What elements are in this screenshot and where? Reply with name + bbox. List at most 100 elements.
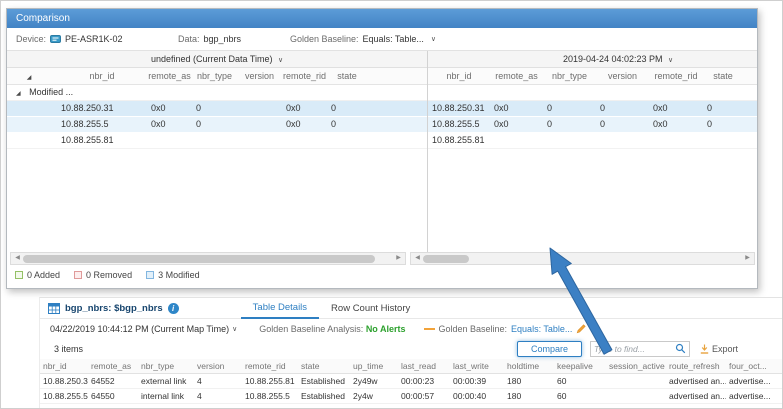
column-header[interactable]: state bbox=[298, 359, 350, 373]
export-button[interactable]: Export bbox=[700, 344, 738, 354]
cell bbox=[606, 373, 666, 388]
modified-count: 3 Modified bbox=[158, 270, 200, 280]
left-pane-scrollbar[interactable]: ◀ ▶ bbox=[10, 252, 406, 265]
column-header[interactable]: last_read bbox=[398, 359, 450, 373]
column-header-remote-rid[interactable]: remote_rid bbox=[649, 67, 703, 84]
cell: 0.0.0.0 bbox=[242, 403, 298, 409]
chevron-down-icon[interactable]: ∨ bbox=[431, 35, 436, 43]
dialog-titlebar[interactable]: Comparison bbox=[7, 9, 757, 28]
column-header-remote-rid[interactable]: remote_rid bbox=[282, 67, 327, 84]
gb-analysis: Golden Baseline Analysis: No Alerts bbox=[259, 324, 405, 334]
cell: 00:00:39 bbox=[450, 373, 504, 388]
group-row-modified[interactable]: ◢ Modified ... bbox=[7, 84, 427, 100]
column-header-state[interactable]: state bbox=[327, 67, 367, 84]
column-header[interactable]: nbr_id bbox=[40, 359, 88, 373]
column-header-up-time[interactable]: up_t... bbox=[743, 67, 757, 84]
table-row[interactable]: 10.88.255.81 bbox=[7, 132, 427, 148]
column-header[interactable]: up_time bbox=[350, 359, 398, 373]
compare-button[interactable]: Compare bbox=[517, 341, 582, 357]
cell: 0 bbox=[327, 100, 367, 116]
column-header[interactable]: remote_rid bbox=[242, 359, 298, 373]
right-pane-time-label: 2019-04-24 04:02:23 PM bbox=[563, 54, 663, 64]
cell: 0 bbox=[596, 116, 649, 132]
cell: 0 bbox=[543, 100, 596, 116]
cell: 0x0 bbox=[147, 116, 192, 132]
row-indent bbox=[7, 132, 57, 148]
column-header[interactable]: nbr_type bbox=[138, 359, 194, 373]
cell: 10.88.255.5 bbox=[57, 116, 147, 132]
table-row[interactable]: 10.88.255.5 64550 internal link 4 10.88.… bbox=[40, 388, 783, 403]
comparison-grid: undefined (Current Data Time) ∨ ◢ nbr_id… bbox=[7, 50, 757, 252]
left-pane-time-header[interactable]: undefined (Current Data Time) ∨ bbox=[7, 51, 427, 67]
column-header-remote-as[interactable]: remote_as bbox=[147, 67, 192, 84]
tab-row-count-history[interactable]: Row Count History bbox=[319, 298, 422, 319]
scroll-left-icon[interactable]: ◀ bbox=[12, 253, 23, 264]
column-header[interactable]: holdtime bbox=[504, 359, 554, 373]
column-header[interactable]: keepalive bbox=[554, 359, 606, 373]
table-row[interactable]: 10.88.255.5 0x0 0 0x0 0 bbox=[7, 116, 427, 132]
column-header[interactable]: remote_as bbox=[88, 359, 138, 373]
baseline-dash-icon bbox=[424, 328, 435, 330]
scroll-left-icon[interactable]: ◀ bbox=[412, 253, 423, 264]
cell: 60 bbox=[554, 388, 606, 403]
chevron-down-icon[interactable]: ∨ bbox=[278, 57, 283, 64]
right-pane-scrollbar[interactable]: ◀ ▶ bbox=[410, 252, 755, 265]
column-header-nbr-type[interactable]: nbr_type bbox=[543, 67, 596, 84]
screenshot-canvas: Comparison Device: PE-ASR1K-02 Data: bgp… bbox=[0, 0, 783, 409]
time-selector[interactable]: 04/22/2019 10:44:12 PM (Current Map Time… bbox=[50, 324, 237, 334]
cell: 4 bbox=[194, 388, 242, 403]
tab-table-details[interactable]: Table Details bbox=[241, 298, 319, 319]
scrollbar-thumb[interactable] bbox=[23, 255, 375, 263]
cell: 60 bbox=[554, 373, 606, 388]
table-row[interactable]: 10.88.250.31 64552 external link 4 10.88… bbox=[40, 373, 783, 388]
panel-title-row: bgp_nbrs: $bgp_nbrs i Table Details Row … bbox=[40, 298, 783, 319]
cell: 180 bbox=[504, 373, 554, 388]
table-row[interactable]: 10.88.250.31 0x0 0 0 0x0 0 bbox=[428, 100, 757, 116]
column-header-nbr-type[interactable]: nbr_type bbox=[192, 67, 237, 84]
cell bbox=[504, 403, 554, 409]
column-header-version[interactable]: version bbox=[237, 67, 282, 84]
column-header-nbr-id[interactable]: nbr_id bbox=[57, 67, 147, 84]
cell: 64550 bbox=[88, 388, 138, 403]
cell bbox=[450, 403, 504, 409]
search-icon[interactable] bbox=[675, 343, 686, 354]
scroll-right-icon[interactable]: ▶ bbox=[393, 253, 404, 264]
gb-value-link[interactable]: Equals: Table... bbox=[511, 324, 572, 334]
cell bbox=[743, 100, 757, 116]
table-row[interactable]: 10.88.255.81 64552 external link 4 0.0.0… bbox=[40, 403, 783, 409]
column-header-remote-as[interactable]: remote_as bbox=[490, 67, 543, 84]
edit-pencil-icon[interactable] bbox=[576, 323, 587, 334]
column-header-nbr-id[interactable]: nbr_id bbox=[428, 67, 490, 84]
gb-setting: Golden Baseline: Equals: Table... bbox=[424, 323, 588, 334]
expand-all-toggle[interactable]: ◢ bbox=[7, 67, 57, 84]
table-row[interactable]: 10.88.255.5 0x0 0 0 0x0 0 bbox=[428, 116, 757, 132]
cell: external link bbox=[138, 373, 194, 388]
scrollbar-thumb[interactable] bbox=[423, 255, 469, 263]
details-table: nbr_id remote_as nbr_type version remote… bbox=[40, 359, 783, 409]
search-input[interactable] bbox=[594, 344, 675, 354]
column-header-state[interactable]: state bbox=[703, 67, 743, 84]
collapse-triangle-icon[interactable]: ◢ bbox=[16, 91, 21, 97]
column-header[interactable]: four_oct... bbox=[726, 359, 783, 373]
column-header[interactable]: session_active bbox=[606, 359, 666, 373]
cell: internal link bbox=[138, 388, 194, 403]
table-row[interactable]: 10.88.250.31 0x0 0 0x0 0 bbox=[7, 100, 427, 116]
column-header[interactable]: route_refresh bbox=[666, 359, 726, 373]
info-icon[interactable]: i bbox=[168, 303, 179, 314]
cell: 0x0 bbox=[147, 100, 192, 116]
search-box[interactable] bbox=[590, 341, 690, 357]
left-pane-time-label: undefined (Current Data Time) bbox=[151, 54, 273, 64]
cell bbox=[367, 132, 427, 148]
cell: advertise... bbox=[726, 373, 783, 388]
table-row[interactable]: 10.88.255.81 bbox=[428, 132, 757, 148]
column-header-version[interactable]: version bbox=[596, 67, 649, 84]
scroll-right-icon[interactable]: ▶ bbox=[742, 253, 753, 264]
right-pane-time-header[interactable]: 2019-04-24 04:02:23 PM ∨ bbox=[428, 51, 757, 67]
chevron-down-icon[interactable]: ∨ bbox=[668, 57, 673, 64]
column-header-filler bbox=[367, 67, 427, 84]
cell bbox=[596, 132, 649, 148]
data-value: bgp_nbrs bbox=[204, 34, 242, 44]
cell bbox=[192, 132, 237, 148]
column-header[interactable]: last_write bbox=[450, 359, 504, 373]
column-header[interactable]: version bbox=[194, 359, 242, 373]
